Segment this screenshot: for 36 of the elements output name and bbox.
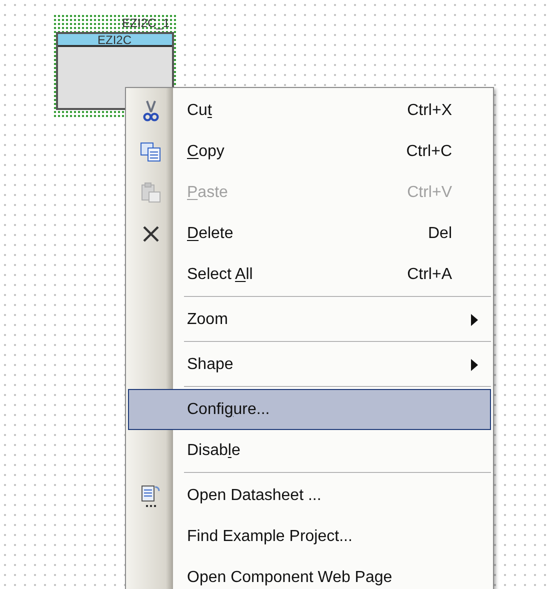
shortcut-text: Ctrl+C xyxy=(406,142,453,162)
document-icon xyxy=(140,482,162,508)
submenu-arrow-icon xyxy=(471,358,478,370)
menu-item-label: Open Component Web Page xyxy=(187,568,392,586)
copy-icon xyxy=(140,142,162,162)
menu-item-label: Disable xyxy=(187,442,240,458)
component-title: EZI2C xyxy=(58,34,172,47)
menu-item[interactable]: Open Component Web Page xyxy=(128,557,491,589)
menu-item[interactable]: Shape xyxy=(128,344,491,385)
menu-item[interactable]: Disable xyxy=(128,430,491,471)
menu-item[interactable]: Find Example Project... xyxy=(128,516,491,557)
menu-item-label: Cut xyxy=(187,102,212,118)
menu-item-label: Find Example Project... xyxy=(187,528,352,544)
shortcut-text: Del xyxy=(428,224,453,244)
menu-item[interactable]: Delete Del xyxy=(128,213,491,254)
menu-item-label: Open Datasheet ... xyxy=(187,486,322,504)
scissors-icon xyxy=(143,100,159,122)
menu-item[interactable]: Zoom xyxy=(128,299,491,340)
submenu-arrow-icon xyxy=(471,314,478,326)
menu-item-label: Shape xyxy=(187,356,234,372)
menu-item-label: Delete xyxy=(187,224,234,242)
menu-item[interactable]: Configure... xyxy=(128,389,491,430)
menu-item[interactable]: Open Datasheet ... xyxy=(128,475,491,516)
menu-item-label: Copy xyxy=(187,142,224,160)
shortcut-text: Ctrl+X xyxy=(407,100,453,120)
shortcut-text: Ctrl+V xyxy=(407,182,453,202)
menu-item[interactable]: Copy Ctrl+C xyxy=(128,131,491,172)
menu-item-label: Configure... xyxy=(187,400,270,418)
clipboard-icon xyxy=(140,182,162,204)
menu-item-label: Zoom xyxy=(187,310,228,328)
menu-item-label: Paste xyxy=(187,184,228,200)
instance-name: EZI2C_1 xyxy=(122,15,170,32)
menu-item-label: Select All xyxy=(187,266,253,282)
shortcut-text: Ctrl+A xyxy=(407,264,453,284)
delete-icon xyxy=(142,224,160,242)
menu-item[interactable]: Select All Ctrl+A xyxy=(128,254,491,295)
